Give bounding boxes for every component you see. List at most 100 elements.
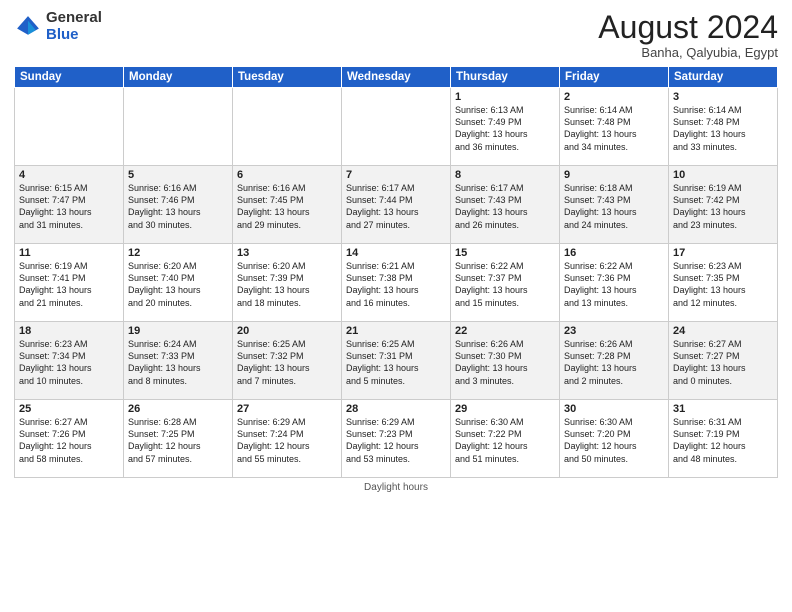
calendar-day-header: Saturday [669,67,778,88]
day-info: Sunrise: 6:23 AM Sunset: 7:35 PM Dayligh… [673,260,773,309]
day-info: Sunrise: 6:15 AM Sunset: 7:47 PM Dayligh… [19,182,119,231]
day-number: 11 [19,247,119,259]
calendar-cell: 25Sunrise: 6:27 AM Sunset: 7:26 PM Dayli… [15,400,124,478]
calendar-week-row: 11Sunrise: 6:19 AM Sunset: 7:41 PM Dayli… [15,244,778,322]
calendar-cell: 2Sunrise: 6:14 AM Sunset: 7:48 PM Daylig… [560,88,669,166]
day-number: 18 [19,325,119,337]
calendar-week-row: 18Sunrise: 6:23 AM Sunset: 7:34 PM Dayli… [15,322,778,400]
calendar-cell: 13Sunrise: 6:20 AM Sunset: 7:39 PM Dayli… [233,244,342,322]
day-number: 22 [455,325,555,337]
calendar-week-row: 4Sunrise: 6:15 AM Sunset: 7:47 PM Daylig… [15,166,778,244]
calendar-cell: 7Sunrise: 6:17 AM Sunset: 7:44 PM Daylig… [342,166,451,244]
day-number: 1 [455,91,555,103]
day-info: Sunrise: 6:14 AM Sunset: 7:48 PM Dayligh… [673,104,773,153]
day-number: 31 [673,403,773,415]
day-number: 19 [128,325,228,337]
day-number: 25 [19,403,119,415]
calendar-week-row: 1Sunrise: 6:13 AM Sunset: 7:49 PM Daylig… [15,88,778,166]
day-info: Sunrise: 6:18 AM Sunset: 7:43 PM Dayligh… [564,182,664,231]
day-info: Sunrise: 6:16 AM Sunset: 7:45 PM Dayligh… [237,182,337,231]
day-info: Sunrise: 6:25 AM Sunset: 7:31 PM Dayligh… [346,338,446,387]
calendar-cell: 8Sunrise: 6:17 AM Sunset: 7:43 PM Daylig… [451,166,560,244]
day-number: 16 [564,247,664,259]
calendar-cell: 17Sunrise: 6:23 AM Sunset: 7:35 PM Dayli… [669,244,778,322]
day-info: Sunrise: 6:25 AM Sunset: 7:32 PM Dayligh… [237,338,337,387]
calendar-cell [342,88,451,166]
day-number: 3 [673,91,773,103]
day-info: Sunrise: 6:26 AM Sunset: 7:30 PM Dayligh… [455,338,555,387]
day-info: Sunrise: 6:22 AM Sunset: 7:36 PM Dayligh… [564,260,664,309]
day-number: 5 [128,169,228,181]
day-number: 6 [237,169,337,181]
title-block: August 2024 Banha, Qalyubia, Egypt [598,10,778,60]
calendar-cell: 9Sunrise: 6:18 AM Sunset: 7:43 PM Daylig… [560,166,669,244]
calendar-cell: 26Sunrise: 6:28 AM Sunset: 7:25 PM Dayli… [124,400,233,478]
day-info: Sunrise: 6:30 AM Sunset: 7:22 PM Dayligh… [455,416,555,465]
calendar-cell [233,88,342,166]
header: General Blue August 2024 Banha, Qalyubia… [14,10,778,60]
day-info: Sunrise: 6:21 AM Sunset: 7:38 PM Dayligh… [346,260,446,309]
day-info: Sunrise: 6:30 AM Sunset: 7:20 PM Dayligh… [564,416,664,465]
calendar-cell [15,88,124,166]
day-info: Sunrise: 6:27 AM Sunset: 7:26 PM Dayligh… [19,416,119,465]
calendar-cell: 15Sunrise: 6:22 AM Sunset: 7:37 PM Dayli… [451,244,560,322]
calendar-cell: 31Sunrise: 6:31 AM Sunset: 7:19 PM Dayli… [669,400,778,478]
calendar-cell: 24Sunrise: 6:27 AM Sunset: 7:27 PM Dayli… [669,322,778,400]
calendar-cell: 18Sunrise: 6:23 AM Sunset: 7:34 PM Dayli… [15,322,124,400]
calendar-cell [124,88,233,166]
day-number: 2 [564,91,664,103]
calendar-cell: 20Sunrise: 6:25 AM Sunset: 7:32 PM Dayli… [233,322,342,400]
calendar-day-header: Sunday [15,67,124,88]
day-number: 7 [346,169,446,181]
day-info: Sunrise: 6:14 AM Sunset: 7:48 PM Dayligh… [564,104,664,153]
day-number: 4 [19,169,119,181]
day-number: 30 [564,403,664,415]
day-number: 14 [346,247,446,259]
day-number: 27 [237,403,337,415]
day-number: 21 [346,325,446,337]
day-info: Sunrise: 6:24 AM Sunset: 7:33 PM Dayligh… [128,338,228,387]
day-number: 29 [455,403,555,415]
calendar-cell: 12Sunrise: 6:20 AM Sunset: 7:40 PM Dayli… [124,244,233,322]
calendar: SundayMondayTuesdayWednesdayThursdayFrid… [14,66,778,478]
logo-icon [14,13,42,41]
calendar-cell: 29Sunrise: 6:30 AM Sunset: 7:22 PM Dayli… [451,400,560,478]
calendar-day-header: Monday [124,67,233,88]
calendar-cell: 4Sunrise: 6:15 AM Sunset: 7:47 PM Daylig… [15,166,124,244]
calendar-day-header: Thursday [451,67,560,88]
day-info: Sunrise: 6:22 AM Sunset: 7:37 PM Dayligh… [455,260,555,309]
day-info: Sunrise: 6:28 AM Sunset: 7:25 PM Dayligh… [128,416,228,465]
day-info: Sunrise: 6:16 AM Sunset: 7:46 PM Dayligh… [128,182,228,231]
day-number: 23 [564,325,664,337]
calendar-cell: 21Sunrise: 6:25 AM Sunset: 7:31 PM Dayli… [342,322,451,400]
day-info: Sunrise: 6:27 AM Sunset: 7:27 PM Dayligh… [673,338,773,387]
calendar-cell: 19Sunrise: 6:24 AM Sunset: 7:33 PM Dayli… [124,322,233,400]
day-info: Sunrise: 6:13 AM Sunset: 7:49 PM Dayligh… [455,104,555,153]
day-number: 28 [346,403,446,415]
month-year: August 2024 [598,10,778,45]
page-container: General Blue August 2024 Banha, Qalyubia… [0,0,792,612]
calendar-cell: 23Sunrise: 6:26 AM Sunset: 7:28 PM Dayli… [560,322,669,400]
calendar-cell: 22Sunrise: 6:26 AM Sunset: 7:30 PM Dayli… [451,322,560,400]
logo-text: General Blue [46,10,102,43]
calendar-cell: 5Sunrise: 6:16 AM Sunset: 7:46 PM Daylig… [124,166,233,244]
day-info: Sunrise: 6:23 AM Sunset: 7:34 PM Dayligh… [19,338,119,387]
calendar-cell: 10Sunrise: 6:19 AM Sunset: 7:42 PM Dayli… [669,166,778,244]
calendar-cell: 30Sunrise: 6:30 AM Sunset: 7:20 PM Dayli… [560,400,669,478]
day-number: 9 [564,169,664,181]
day-info: Sunrise: 6:20 AM Sunset: 7:39 PM Dayligh… [237,260,337,309]
calendar-day-header: Tuesday [233,67,342,88]
day-info: Sunrise: 6:29 AM Sunset: 7:23 PM Dayligh… [346,416,446,465]
day-number: 26 [128,403,228,415]
day-info: Sunrise: 6:17 AM Sunset: 7:43 PM Dayligh… [455,182,555,231]
footer: Daylight hours [14,482,778,493]
day-info: Sunrise: 6:17 AM Sunset: 7:44 PM Dayligh… [346,182,446,231]
day-number: 15 [455,247,555,259]
calendar-cell: 16Sunrise: 6:22 AM Sunset: 7:36 PM Dayli… [560,244,669,322]
logo: General Blue [14,10,102,43]
day-number: 24 [673,325,773,337]
calendar-week-row: 25Sunrise: 6:27 AM Sunset: 7:26 PM Dayli… [15,400,778,478]
day-number: 10 [673,169,773,181]
day-number: 17 [673,247,773,259]
calendar-cell: 1Sunrise: 6:13 AM Sunset: 7:49 PM Daylig… [451,88,560,166]
